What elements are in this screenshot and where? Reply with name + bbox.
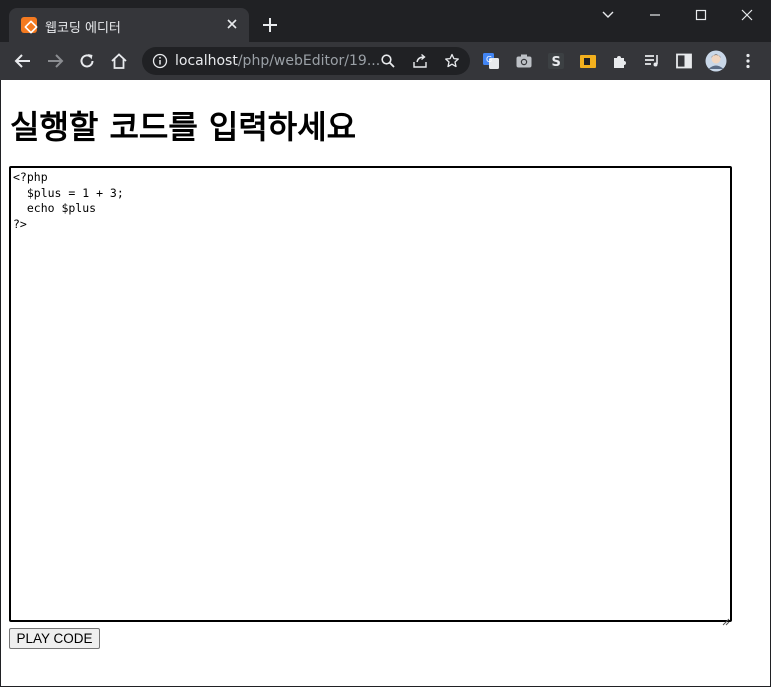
share-icon[interactable] (412, 53, 428, 69)
bookmark-star-icon[interactable] (444, 53, 460, 69)
code-input[interactable]: <?php $plus = 1 + 3; echo $plus ?> (9, 166, 732, 622)
folder-extension-icon[interactable] (579, 52, 597, 70)
s-extension-icon[interactable]: S (547, 52, 565, 70)
google-translate-icon[interactable]: G (482, 52, 500, 70)
camera-icon[interactable] (515, 52, 533, 70)
forward-arrow-icon[interactable] (43, 49, 67, 73)
maximize-icon[interactable] (678, 0, 724, 30)
play-code-button[interactable]: PLAY CODE (9, 628, 100, 649)
svg-text:G: G (486, 55, 492, 64)
tab-search-chevron-icon[interactable] (585, 0, 631, 30)
xampp-favicon-icon (21, 17, 37, 33)
tab-close-icon[interactable] (223, 15, 241, 33)
site-info-icon[interactable] (152, 53, 168, 69)
side-panel-icon[interactable] (675, 52, 693, 70)
profile-avatar[interactable] (705, 50, 727, 72)
new-tab-icon[interactable] (258, 13, 282, 37)
menu-kebab-icon[interactable] (739, 52, 757, 70)
resize-handle-icon[interactable] (721, 611, 730, 626)
page-viewport: 실행할 코드를 입력하세요 <?php $plus = 1 + 3; echo … (1, 80, 770, 686)
extensions-puzzle-icon[interactable] (611, 52, 629, 70)
url-text: localhost/php/webEditor/19... (175, 53, 380, 69)
back-arrow-icon[interactable] (11, 49, 35, 73)
home-icon[interactable] (107, 49, 131, 73)
zoom-search-icon[interactable] (380, 53, 396, 69)
tab-title: 웹코딩 에디터 (45, 21, 121, 36)
minimize-icon[interactable] (632, 0, 678, 30)
media-queue-icon[interactable] (643, 52, 661, 70)
svg-text:S: S (552, 55, 561, 70)
reload-icon[interactable] (75, 49, 99, 73)
address-bar[interactable]: localhost/php/webEditor/19... (142, 47, 470, 75)
browser-tab[interactable]: 웹코딩 에디터 (9, 8, 249, 42)
close-window-icon[interactable] (724, 0, 770, 30)
browser-toolbar: localhost/php/webEditor/19... G S (0, 42, 771, 80)
url-path: /php/webEditor/19... (237, 53, 381, 69)
page-title: 실행할 코드를 입력하세요 (10, 108, 357, 146)
url-host: localhost (175, 53, 238, 69)
title-bar: 웹코딩 에디터 (0, 0, 771, 42)
